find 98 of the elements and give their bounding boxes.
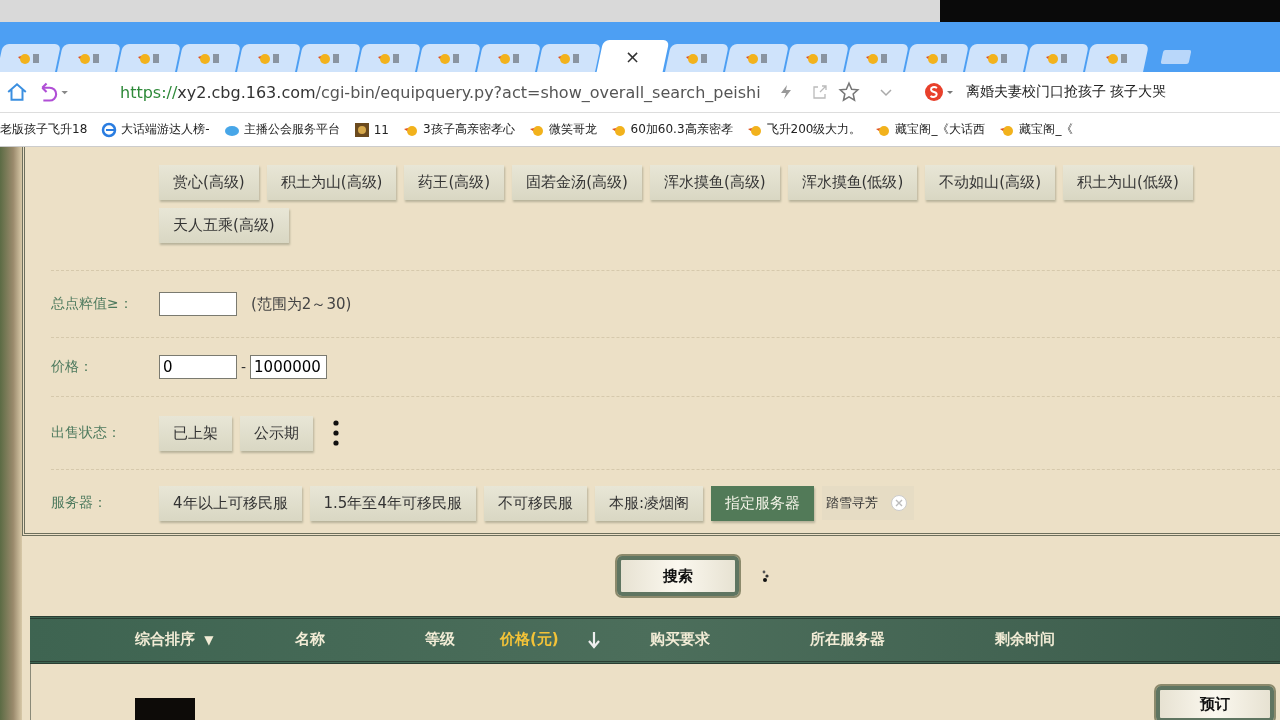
globe-e-icon bbox=[101, 121, 118, 138]
game-icon bbox=[353, 121, 370, 138]
sort-down-icon[interactable] bbox=[588, 631, 600, 649]
bookmark-item[interactable]: 微笑哥龙 bbox=[528, 121, 597, 138]
search-engine-icon[interactable] bbox=[924, 82, 956, 102]
column-header[interactable]: 综合排序 ▼ bbox=[135, 630, 214, 649]
browser-tab[interactable] bbox=[57, 44, 121, 72]
news-headline[interactable]: 离婚夫妻校门口抢孩子 孩子大哭 bbox=[966, 83, 1167, 101]
bookmark-item[interactable]: 60加60.3高亲密孝 bbox=[610, 121, 733, 138]
share-icon[interactable] bbox=[812, 84, 828, 100]
server-option[interactable]: 1.5年至4年可移民服 bbox=[309, 485, 476, 521]
field-label: 总点粹值≥： bbox=[51, 295, 134, 313]
max-price-input[interactable]: 1000000 bbox=[250, 355, 328, 379]
bird-icon bbox=[498, 51, 520, 65]
reserve-button[interactable]: 预订 bbox=[1156, 686, 1274, 720]
status-option[interactable]: 已上架 bbox=[159, 415, 232, 451]
browser-tab[interactable] bbox=[665, 44, 729, 72]
lightning-icon[interactable] bbox=[778, 84, 794, 100]
server-name: 踏雪寻芳 bbox=[826, 494, 878, 512]
bookmark-item[interactable]: 大话端游达人榜- bbox=[101, 121, 210, 138]
browser-tab[interactable] bbox=[117, 44, 181, 72]
range-separator: - bbox=[241, 359, 247, 375]
bird-icon bbox=[746, 51, 768, 65]
browser-tab[interactable] bbox=[297, 44, 361, 72]
browser-tab[interactable] bbox=[725, 44, 789, 72]
browser-tab[interactable] bbox=[417, 44, 481, 72]
effect-option[interactable]: 药王(高级) bbox=[404, 165, 505, 200]
bird-icon bbox=[78, 51, 100, 65]
column-header[interactable]: 购买要求 bbox=[650, 630, 710, 649]
field-label: 服务器： bbox=[51, 494, 108, 512]
browser-tab[interactable] bbox=[1025, 44, 1089, 72]
effect-option[interactable]: 积土为山(低级) bbox=[1063, 165, 1193, 200]
home-icon[interactable] bbox=[6, 81, 28, 103]
browser-tab[interactable] bbox=[537, 44, 601, 72]
bird-icon bbox=[986, 51, 1008, 65]
bird-icon bbox=[1046, 51, 1068, 65]
browser-tab[interactable] bbox=[845, 44, 909, 72]
bird-icon bbox=[806, 51, 828, 65]
browser-tab[interactable] bbox=[477, 44, 541, 72]
column-header[interactable]: 价格(元) bbox=[500, 630, 559, 649]
effect-option[interactable]: 浑水摸鱼(低级) bbox=[787, 165, 918, 200]
effect-option[interactable]: 浑水摸鱼(高级) bbox=[649, 165, 780, 200]
bird-icon bbox=[318, 51, 340, 65]
remove-icon[interactable] bbox=[890, 494, 908, 512]
browser-tab[interactable]: × bbox=[596, 40, 670, 72]
search-button[interactable]: 搜索 bbox=[617, 556, 739, 596]
bookmark-item[interactable]: 藏宝阁_《大话西 bbox=[875, 121, 986, 138]
bird-icon bbox=[18, 51, 40, 65]
server-option[interactable]: 不可移民服 bbox=[483, 485, 587, 521]
effect-option[interactable]: 不动如山(高级) bbox=[925, 165, 1056, 200]
bird-icon bbox=[438, 51, 460, 65]
bird-icon bbox=[866, 51, 888, 65]
new-tab-button[interactable] bbox=[1160, 50, 1192, 64]
bookmark-item[interactable]: 藏宝阁_《 bbox=[999, 121, 1074, 138]
server-option[interactable]: 4年以上可移民服 bbox=[159, 485, 302, 521]
column-header[interactable]: 等级 bbox=[425, 630, 455, 649]
bird-icon bbox=[686, 51, 708, 65]
tab-close[interactable]: × bbox=[625, 45, 641, 67]
effect-option[interactable]: 天人五乘(高级) bbox=[159, 208, 289, 243]
bookmark-item[interactable]: 11 bbox=[353, 121, 389, 138]
browser-tab[interactable] bbox=[357, 44, 421, 72]
bird-icon bbox=[198, 51, 220, 65]
browser-tab[interactable] bbox=[177, 44, 241, 72]
bookmark-item[interactable]: 3孩子高亲密孝心 bbox=[402, 121, 515, 138]
min-price-input[interactable]: 0 bbox=[159, 355, 237, 379]
bird-icon bbox=[1106, 51, 1128, 65]
effect-option[interactable]: 积土为山(高级) bbox=[266, 165, 397, 200]
bird-icon bbox=[558, 51, 580, 65]
server-option[interactable]: 指定服务器 bbox=[711, 485, 814, 521]
range-hint: (范围为2～30) bbox=[251, 294, 352, 314]
points-input[interactable] bbox=[159, 292, 237, 316]
column-header[interactable]: 所在服务器 bbox=[810, 630, 885, 649]
star-icon[interactable] bbox=[838, 81, 860, 103]
bird-icon bbox=[258, 51, 280, 65]
effect-option[interactable]: 固若金汤(高级) bbox=[512, 165, 642, 200]
browser-tab[interactable] bbox=[965, 44, 1029, 72]
url-text[interactable]: https://xy2.cbg.163.com/cgi-bin/equipquery.py?act=show_overall_search_peishi bbox=[120, 82, 760, 102]
field-label: 价格： bbox=[51, 358, 94, 376]
bird-icon bbox=[138, 51, 160, 65]
bookmark-item[interactable]: 主播公会服务平台 bbox=[223, 121, 340, 138]
item-image bbox=[135, 698, 195, 720]
column-header[interactable]: 名称 bbox=[295, 630, 325, 649]
browser-tab[interactable] bbox=[785, 44, 849, 72]
bird-icon bbox=[378, 51, 400, 65]
bird-icon bbox=[926, 51, 948, 65]
status-option[interactable]: 公示期 bbox=[240, 415, 313, 451]
bookmark-item[interactable]: 飞升200级大力。 bbox=[746, 121, 862, 138]
browser-tab[interactable] bbox=[237, 44, 301, 72]
bookmark-item[interactable]: 老版孩子飞升18 bbox=[0, 121, 88, 138]
column-header[interactable]: 剩余时间 bbox=[995, 630, 1055, 649]
more-icon bbox=[333, 420, 339, 446]
effect-option[interactable]: 赏心(高级) bbox=[159, 165, 259, 200]
browser-tab[interactable] bbox=[905, 44, 969, 72]
loading-icon bbox=[761, 569, 771, 583]
browser-tab[interactable] bbox=[0, 44, 61, 72]
browser-tab[interactable] bbox=[1085, 44, 1149, 72]
field-label: 出售状态： bbox=[51, 424, 122, 442]
server-option[interactable]: 本服:凌烟阁 bbox=[594, 485, 703, 521]
